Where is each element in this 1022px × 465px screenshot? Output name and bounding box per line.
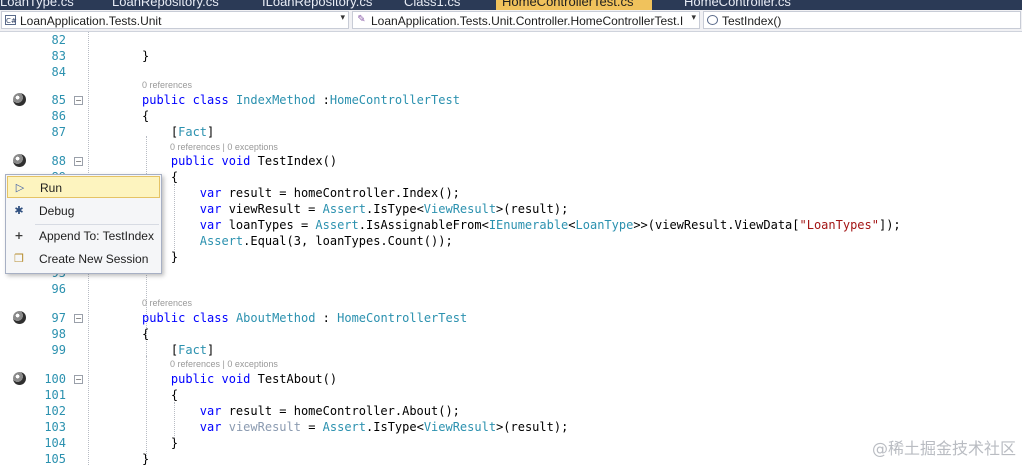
code-text: {	[142, 109, 150, 123]
line-number: 98	[51, 327, 66, 341]
chevron-down-icon: ▾	[691, 13, 696, 23]
line-number: 105	[44, 452, 66, 465]
type-dropdown[interactable]: ✎ LoanApplication.Tests.Unit.Controller.…	[352, 11, 700, 29]
test-status-icon[interactable]	[13, 93, 26, 106]
code-text: }	[142, 436, 179, 450]
line-number: 99	[51, 343, 66, 357]
line-number: 97	[51, 311, 66, 325]
line-number: 86	[51, 109, 66, 123]
tab-class1[interactable]: Class1.cs	[404, 0, 460, 10]
code-line[interactable]: 98 {	[0, 326, 1022, 342]
code-line[interactable]: 86 {	[0, 108, 1022, 124]
line-number: 103	[44, 420, 66, 434]
tab-homecontroller[interactable]: HomeController.cs	[684, 0, 791, 10]
menu-item-debug[interactable]: ✱ Debug	[7, 200, 160, 222]
collapse-icon[interactable]: −	[74, 375, 83, 384]
navigation-bar: C# LoanApplication.Tests.Unit ▾ ✎ LoanAp…	[0, 10, 1022, 32]
line-number: 83	[51, 49, 66, 63]
line-number: 100	[44, 372, 66, 386]
member-dropdown[interactable]: TestIndex()	[703, 11, 1021, 29]
append-icon: +	[14, 229, 24, 242]
project-dropdown[interactable]: C# LoanApplication.Tests.Unit ▾	[1, 11, 349, 29]
line-number: 82	[51, 33, 66, 47]
menu-item-run[interactable]: ▷ Run	[7, 176, 160, 198]
code-text: public void TestIndex()	[170, 154, 338, 168]
line-number: 84	[51, 65, 66, 79]
codelens-references[interactable]: 0 references | 0 exceptions	[170, 359, 278, 369]
code-text: var result = homeController.About();	[199, 404, 460, 418]
collapse-icon[interactable]: −	[74, 96, 83, 105]
menu-item-label: Run	[40, 181, 63, 195]
code-line[interactable]: 82	[0, 32, 1022, 48]
code-line[interactable]: 87 [Fact]	[0, 124, 1022, 140]
code-line[interactable]: 104 }	[0, 435, 1022, 451]
tab-loanrepository[interactable]: LoanRepository.cs	[112, 0, 219, 10]
menu-item-label: Debug	[39, 204, 75, 218]
code-line[interactable]: 102 var result = homeController.About();	[0, 403, 1022, 419]
chevron-down-icon: ▾	[340, 13, 345, 23]
tab-loantype[interactable]: LoanType.cs	[0, 0, 74, 10]
collapse-icon[interactable]: −	[74, 314, 83, 323]
tab-iloanrepository[interactable]: ILoanRepository.cs	[262, 0, 372, 10]
code-text: var result = homeController.Index();	[199, 186, 460, 200]
method-icon	[707, 15, 718, 25]
line-number: 85	[51, 93, 66, 107]
codelens-references[interactable]: 0 references	[142, 80, 192, 90]
code-text: var viewResult = Assert.IsType<ViewResul…	[199, 202, 569, 216]
codelens-references[interactable]: 0 references | 0 exceptions	[170, 142, 278, 152]
test-context-menu: ▷ Run ✱ Debug + Append To: TestIndex ❐ C…	[5, 174, 162, 274]
debug-icon: ✱	[14, 204, 24, 217]
watermark: @稀土掘金技术社区	[871, 439, 1016, 458]
collapse-icon[interactable]: −	[74, 157, 83, 166]
code-text: public class AboutMethod : HomeControlle…	[142, 311, 468, 325]
class-icon: ✎	[357, 14, 366, 25]
type-label: LoanApplication.Tests.Unit.Controller.Ho…	[371, 14, 684, 28]
code-text: }	[142, 49, 150, 63]
code-text: var viewResult = Assert.IsType<ViewResul…	[199, 420, 569, 434]
member-label: TestIndex()	[722, 14, 782, 28]
code-text: {	[142, 388, 179, 402]
codelens-references[interactable]: 0 references	[142, 298, 192, 308]
tab-homecontrollertest[interactable]: HomeControllerTest.cs	[496, 0, 652, 10]
code-line[interactable]: 105 }	[0, 451, 1022, 465]
code-line[interactable]: 103 var viewResult = Assert.IsType<ViewR…	[0, 419, 1022, 435]
code-line[interactable]: 84	[0, 64, 1022, 80]
menu-item-label: Create New Session	[39, 252, 149, 266]
code-line[interactable]: 97 − public class AboutMethod : HomeCont…	[0, 310, 1022, 326]
code-line[interactable]: 99 [Fact]	[0, 342, 1022, 358]
code-line[interactable]: 88 − public void TestIndex()	[0, 153, 1022, 169]
line-number: 101	[44, 388, 66, 402]
csharp-project-icon: C#	[5, 15, 17, 25]
new-session-icon: ❐	[14, 252, 24, 265]
line-number: 88	[51, 154, 66, 168]
code-line[interactable]: 101 {	[0, 387, 1022, 403]
line-number: 87	[51, 125, 66, 139]
test-status-icon[interactable]	[13, 372, 26, 385]
code-text: Assert.Equal(3, loanTypes.Count());	[199, 234, 453, 248]
code-text: [Fact]	[142, 343, 215, 357]
code-line[interactable]: 100 − public void TestAbout()	[0, 371, 1022, 387]
code-text: {	[142, 327, 150, 341]
menu-item-create-session[interactable]: ❐ Create New Session	[7, 248, 160, 270]
code-text: }	[142, 452, 150, 465]
code-line[interactable]: 85 − public class IndexMethod :HomeContr…	[0, 92, 1022, 108]
line-number: 96	[51, 282, 66, 296]
line-number: 102	[44, 404, 66, 418]
code-text: public class IndexMethod :HomeController…	[142, 93, 460, 107]
test-status-icon[interactable]	[13, 154, 26, 167]
test-status-icon[interactable]	[13, 311, 26, 324]
code-line[interactable]: 83 }	[0, 48, 1022, 64]
code-text: public void TestAbout()	[170, 372, 338, 386]
menu-item-append[interactable]: + Append To: TestIndex	[7, 225, 160, 247]
code-text: var loanTypes = Assert.IsAssignableFrom<…	[199, 218, 901, 232]
line-number: 104	[44, 436, 66, 450]
code-text: [Fact]	[142, 125, 215, 139]
project-label: LoanApplication.Tests.Unit	[20, 14, 162, 28]
document-tab-bar: LoanType.cs LoanRepository.cs ILoanRepos…	[0, 0, 1022, 10]
code-line[interactable]: 96	[0, 281, 1022, 297]
menu-item-label: Append To: TestIndex	[39, 229, 154, 243]
run-icon: ▷	[15, 181, 25, 194]
